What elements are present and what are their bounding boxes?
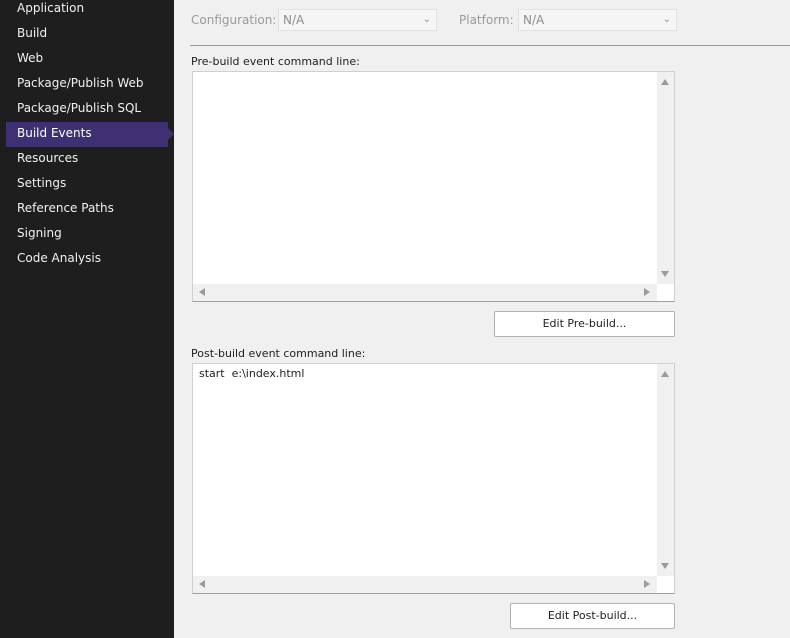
postbuild-label: Post-build event command line: [191,347,366,360]
sidebar-item-build[interactable]: Build [6,22,168,47]
sidebar-item-web[interactable]: Web [6,47,168,72]
scroll-right-icon[interactable] [644,580,650,588]
sidebar-item-resources[interactable]: Resources [6,147,168,172]
postbuild-textarea[interactable]: start e:\index.html [192,363,675,594]
header-divider [190,45,790,46]
prebuild-label: Pre-build event command line: [191,55,360,68]
sidebar-item-package-publish-web[interactable]: Package/Publish Web [6,72,168,97]
scroll-up-icon[interactable] [661,371,669,377]
sidebar-item-settings[interactable]: Settings [6,172,168,197]
scroll-right-icon[interactable] [644,288,650,296]
edit-postbuild-button[interactable]: Edit Post-build... [510,603,675,629]
scroll-left-icon[interactable] [199,288,205,296]
chevron-down-icon: ⌄ [662,14,671,25]
configuration-label: Configuration: [191,13,277,27]
sidebar-item-signing[interactable]: Signing [6,222,168,247]
sidebar: Application Build Web Package/Publish We… [0,0,174,638]
sidebar-item-reference-paths[interactable]: Reference Paths [6,197,168,222]
scroll-down-icon[interactable] [661,563,669,569]
sidebar-item-build-events[interactable]: Build Events [6,122,168,147]
sidebar-item-code-analysis[interactable]: Code Analysis [6,247,168,272]
platform-value: N/A [523,13,545,27]
platform-label: Platform: [459,13,514,27]
platform-select[interactable]: N/A ⌄ [518,9,677,31]
scroll-left-icon[interactable] [199,580,205,588]
postbuild-horizontal-scrollbar[interactable] [193,576,657,593]
prebuild-textarea[interactable] [192,71,675,302]
scroll-up-icon[interactable] [661,79,669,85]
postbuild-vertical-scrollbar[interactable] [657,364,674,576]
prebuild-vertical-scrollbar[interactable] [657,72,674,284]
sidebar-item-application[interactable]: Application [6,0,168,22]
chevron-down-icon: ⌄ [422,14,431,25]
configuration-value: N/A [283,13,305,27]
scroll-down-icon[interactable] [661,271,669,277]
sidebar-item-package-publish-sql[interactable]: Package/Publish SQL [6,97,168,122]
configuration-select[interactable]: N/A ⌄ [278,9,437,31]
main-panel: Configuration: N/A ⌄ Platform: N/A ⌄ Pre… [174,0,790,638]
postbuild-text: start e:\index.html [199,367,305,380]
edit-prebuild-button[interactable]: Edit Pre-build... [494,311,675,337]
prebuild-horizontal-scrollbar[interactable] [193,284,657,301]
